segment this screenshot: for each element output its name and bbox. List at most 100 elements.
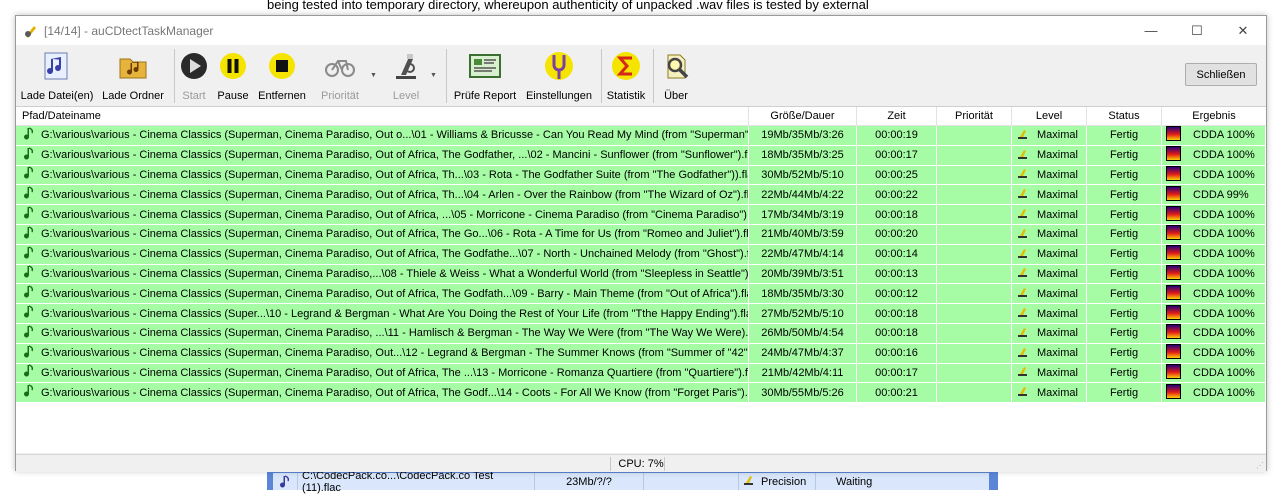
table-row[interactable]: G:\various\various - Cinema Classics (Su…: [16, 165, 1266, 186]
table-row[interactable]: G:\various\various - Cinema Classics (Su…: [16, 284, 1266, 305]
table-row[interactable]: G:\various\various - Cinema Classics (Su…: [16, 145, 1266, 166]
start-button[interactable]: Start: [177, 49, 211, 103]
settings-label: Einstellungen: [525, 90, 593, 102]
remove-button[interactable]: Entfernen: [256, 49, 308, 103]
level-dropdown-arrow[interactable]: ▼: [430, 72, 437, 79]
column-header-result[interactable]: Ergebnis: [1162, 107, 1266, 125]
elapsed-time: 00:00:13: [857, 264, 937, 284]
column-header-status[interactable]: Status: [1087, 107, 1162, 125]
table-row[interactable]: G:\various\various - Cinema Classics (Su…: [16, 185, 1266, 206]
level-label: Level: [392, 90, 420, 102]
spectrogram-icon: [1166, 126, 1181, 144]
path-cell: G:\various\various - Cinema Classics (Su…: [16, 383, 749, 403]
priority-dropdown-arrow[interactable]: ▼: [370, 72, 377, 79]
statistics-button[interactable]: Statistik: [604, 49, 648, 103]
level-cell: Maximal: [1012, 185, 1087, 205]
table-row[interactable]: G:\various\various - Cinema Classics (Su…: [16, 363, 1266, 384]
list-header: Pfad/Dateiname Größe/Dauer Zeit Prioritä…: [16, 107, 1266, 126]
settings-button[interactable]: Einstellungen: [522, 49, 596, 103]
flac-file-icon: [23, 147, 35, 164]
path-cell: G:\various\various - Cinema Classics (Su…: [16, 363, 749, 383]
flac-file-icon: [23, 246, 35, 263]
level-cell: Maximal: [1012, 126, 1087, 145]
size-duration: 22Mb/47Mb/4:14: [749, 244, 857, 264]
result-label: CDDA 100%: [1193, 267, 1255, 280]
priority-label: Priorität: [321, 90, 359, 102]
table-row[interactable]: G:\various\various - Cinema Classics (Su…: [16, 244, 1266, 265]
priority-cell: [937, 383, 1012, 403]
task-list[interactable]: Pfad/Dateiname Größe/Dauer Zeit Prioritä…: [16, 107, 1266, 453]
minimize-button[interactable]: —: [1128, 16, 1174, 45]
flac-file-icon: [23, 364, 35, 381]
size-duration: 21Mb/42Mb/4:11: [749, 363, 857, 383]
elapsed-time: 00:00:16: [857, 343, 937, 363]
result-label: CDDA 100%: [1193, 228, 1255, 241]
result-label: CDDA 100%: [1193, 208, 1255, 221]
maximize-button[interactable]: ☐: [1174, 16, 1220, 45]
table-row[interactable]: G:\various\various - Cinema Classics (Su…: [16, 383, 1266, 404]
priority-button[interactable]: Priorität: [317, 49, 363, 103]
result-label: CDDA 100%: [1193, 129, 1255, 142]
level-cell: Maximal: [1012, 363, 1087, 383]
toolbar: Lade Datei(en) Lade Ordner Start Pause E…: [16, 45, 1266, 107]
result-label: CDDA 100%: [1193, 386, 1255, 399]
status-cell: Fertig: [1087, 165, 1162, 185]
result-cell: CDDA 100%: [1162, 304, 1266, 323]
file-path: G:\various\various - Cinema Classics (Su…: [41, 327, 749, 340]
elapsed-time: 00:00:14: [857, 244, 937, 264]
table-row[interactable]: G:\various\various - Cinema Classics (Su…: [16, 205, 1266, 225]
level-label: Maximal: [1037, 366, 1078, 379]
spectrogram-icon: [1166, 363, 1181, 382]
result-label: CDDA 100%: [1193, 347, 1255, 360]
table-row[interactable]: G:\various\various - Cinema Classics (Su…: [16, 343, 1266, 364]
file-path: G:\various\various - Cinema Classics (Su…: [41, 267, 749, 280]
level-icon: [1017, 207, 1029, 222]
resize-grip[interactable]: ⋰: [1256, 461, 1264, 470]
level-cell: Maximal: [1012, 284, 1087, 304]
table-row[interactable]: G:\various\various - Cinema Classics (Su…: [16, 304, 1266, 324]
status-cell: Fertig: [1087, 264, 1162, 284]
table-row[interactable]: G:\various\various - Cinema Classics (Su…: [16, 323, 1266, 344]
status-cell: Fertig: [1087, 185, 1162, 205]
bicycle-icon: [323, 49, 357, 83]
column-header-priority[interactable]: Priorität: [937, 107, 1012, 125]
title-bar[interactable]: [14/14] - auCDtectTaskManager — ☐ ✕: [16, 16, 1266, 45]
background-row-level-label: Precision: [761, 475, 807, 488]
level-icon: [1017, 326, 1029, 341]
column-header-size[interactable]: Größe/Dauer: [749, 107, 857, 125]
close-window-button[interactable]: ✕: [1220, 16, 1266, 45]
load-folder-button[interactable]: Lade Ordner: [100, 49, 166, 103]
level-icon: [1017, 227, 1029, 242]
column-header-level[interactable]: Level: [1012, 107, 1087, 125]
level-icon: [1017, 148, 1029, 163]
status-cell: Fertig: [1087, 363, 1162, 383]
level-icon: [1017, 247, 1029, 262]
flac-file-icon: [23, 166, 35, 183]
spectrogram-icon: [1166, 146, 1181, 164]
result-cell: CDDA 100%: [1162, 264, 1266, 284]
path-cell: G:\various\various - Cinema Classics (Su…: [16, 323, 749, 343]
check-report-button[interactable]: Prüfe Report: [450, 49, 520, 103]
priority-cell: [937, 165, 1012, 185]
file-path: G:\various\various - Cinema Classics (Su…: [41, 347, 749, 360]
load-files-button[interactable]: Lade Datei(en): [19, 49, 95, 103]
size-duration: 26Mb/50Mb/4:54: [749, 323, 857, 343]
close-button[interactable]: Schließen: [1185, 63, 1257, 86]
level-button[interactable]: Level: [386, 49, 426, 103]
background-list-row[interactable]: C:\CodecPack.co...\CodecPack.co Test (11…: [273, 470, 989, 494]
pause-button[interactable]: Pause: [216, 49, 250, 103]
table-row[interactable]: G:\various\various - Cinema Classics (Su…: [16, 264, 1266, 285]
result-label: CDDA 99%: [1193, 188, 1249, 201]
list-rows: G:\various\various - Cinema Classics (Su…: [16, 126, 1266, 404]
table-row[interactable]: G:\various\various - Cinema Classics (Su…: [16, 224, 1266, 245]
flac-file-icon: [23, 206, 35, 223]
elapsed-time: 00:00:22: [857, 185, 937, 205]
elapsed-time: 00:00:12: [857, 284, 937, 304]
about-button[interactable]: Über: [656, 49, 696, 103]
flac-file-icon: [23, 384, 35, 401]
priority-cell: [937, 323, 1012, 343]
level-icon: [1017, 385, 1029, 400]
column-header-path[interactable]: Pfad/Dateiname: [16, 107, 749, 125]
column-header-time[interactable]: Zeit: [857, 107, 937, 125]
table-row[interactable]: G:\various\various - Cinema Classics (Su…: [16, 126, 1266, 146]
